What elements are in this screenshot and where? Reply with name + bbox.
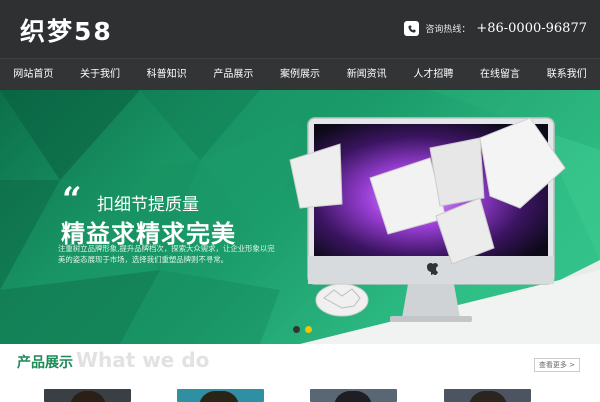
thumb-3-face [334, 391, 372, 402]
top-header: 织梦58 咨询热线： +86-0000-96877 [0, 0, 600, 58]
slogan-line1: 扣细节提质量 [97, 195, 199, 215]
nav-item-jobs[interactable]: 人才招聘 [400, 59, 467, 90]
carousel-indicators [293, 326, 312, 333]
nav-item-products[interactable]: 产品展示 [200, 59, 267, 90]
phone-icon [404, 21, 420, 36]
products-title: 产品展示 [17, 355, 73, 371]
product-thumb-3[interactable] [310, 389, 397, 402]
nav-item-message[interactable]: 在线留言 [467, 59, 534, 90]
nav-item-home[interactable]: 网站首页 [0, 59, 67, 90]
thumb-4-face [469, 391, 507, 402]
imac-illustration [289, 117, 566, 322]
thumb-1-face [70, 391, 106, 402]
hotline: 咨询热线： +86-0000-96877 [404, 21, 587, 36]
nav-item-about[interactable]: 关于我们 [67, 59, 134, 90]
product-thumb-2[interactable] [177, 389, 264, 402]
slogan-description: 注重树立品牌形象,提升品牌档次，探索大众需求，让企业形象以完美的姿态展现于市场，… [58, 244, 275, 264]
quote-mark: “ [62, 180, 82, 220]
hotline-label: 咨询热线： [425, 25, 471, 35]
carousel-dot-1[interactable] [293, 326, 300, 333]
nav-item-news[interactable]: 新闻资讯 [333, 59, 400, 90]
thumb-2-face [199, 391, 239, 402]
nav-item-cases[interactable]: 案例展示 [267, 59, 334, 90]
products-section: What we do 产品展示 查看更多 > [0, 344, 600, 402]
nav-item-knowledge[interactable]: 科普知识 [133, 59, 200, 90]
hotline-number: +86-0000-96877 [476, 21, 587, 36]
nav-item-contact[interactable]: 联系我们 [533, 59, 600, 90]
product-thumb-4[interactable] [444, 389, 531, 402]
products-subtitle: What we do [76, 348, 210, 372]
site-logo[interactable]: 织梦58 [20, 12, 113, 48]
carousel-dot-2[interactable] [305, 326, 312, 333]
product-thumb-1[interactable] [44, 389, 131, 402]
main-nav: 网站首页 关于我们 科普知识 产品展示 案例展示 新闻资讯 人才招聘 在线留言 … [0, 58, 600, 90]
view-more-button[interactable]: 查看更多 > [533, 358, 580, 372]
hero-banner[interactable]: “ 扣细节提质量 精益求精求完美 注重树立品牌形象,提升品牌档次，探索大众需求，… [0, 90, 600, 344]
